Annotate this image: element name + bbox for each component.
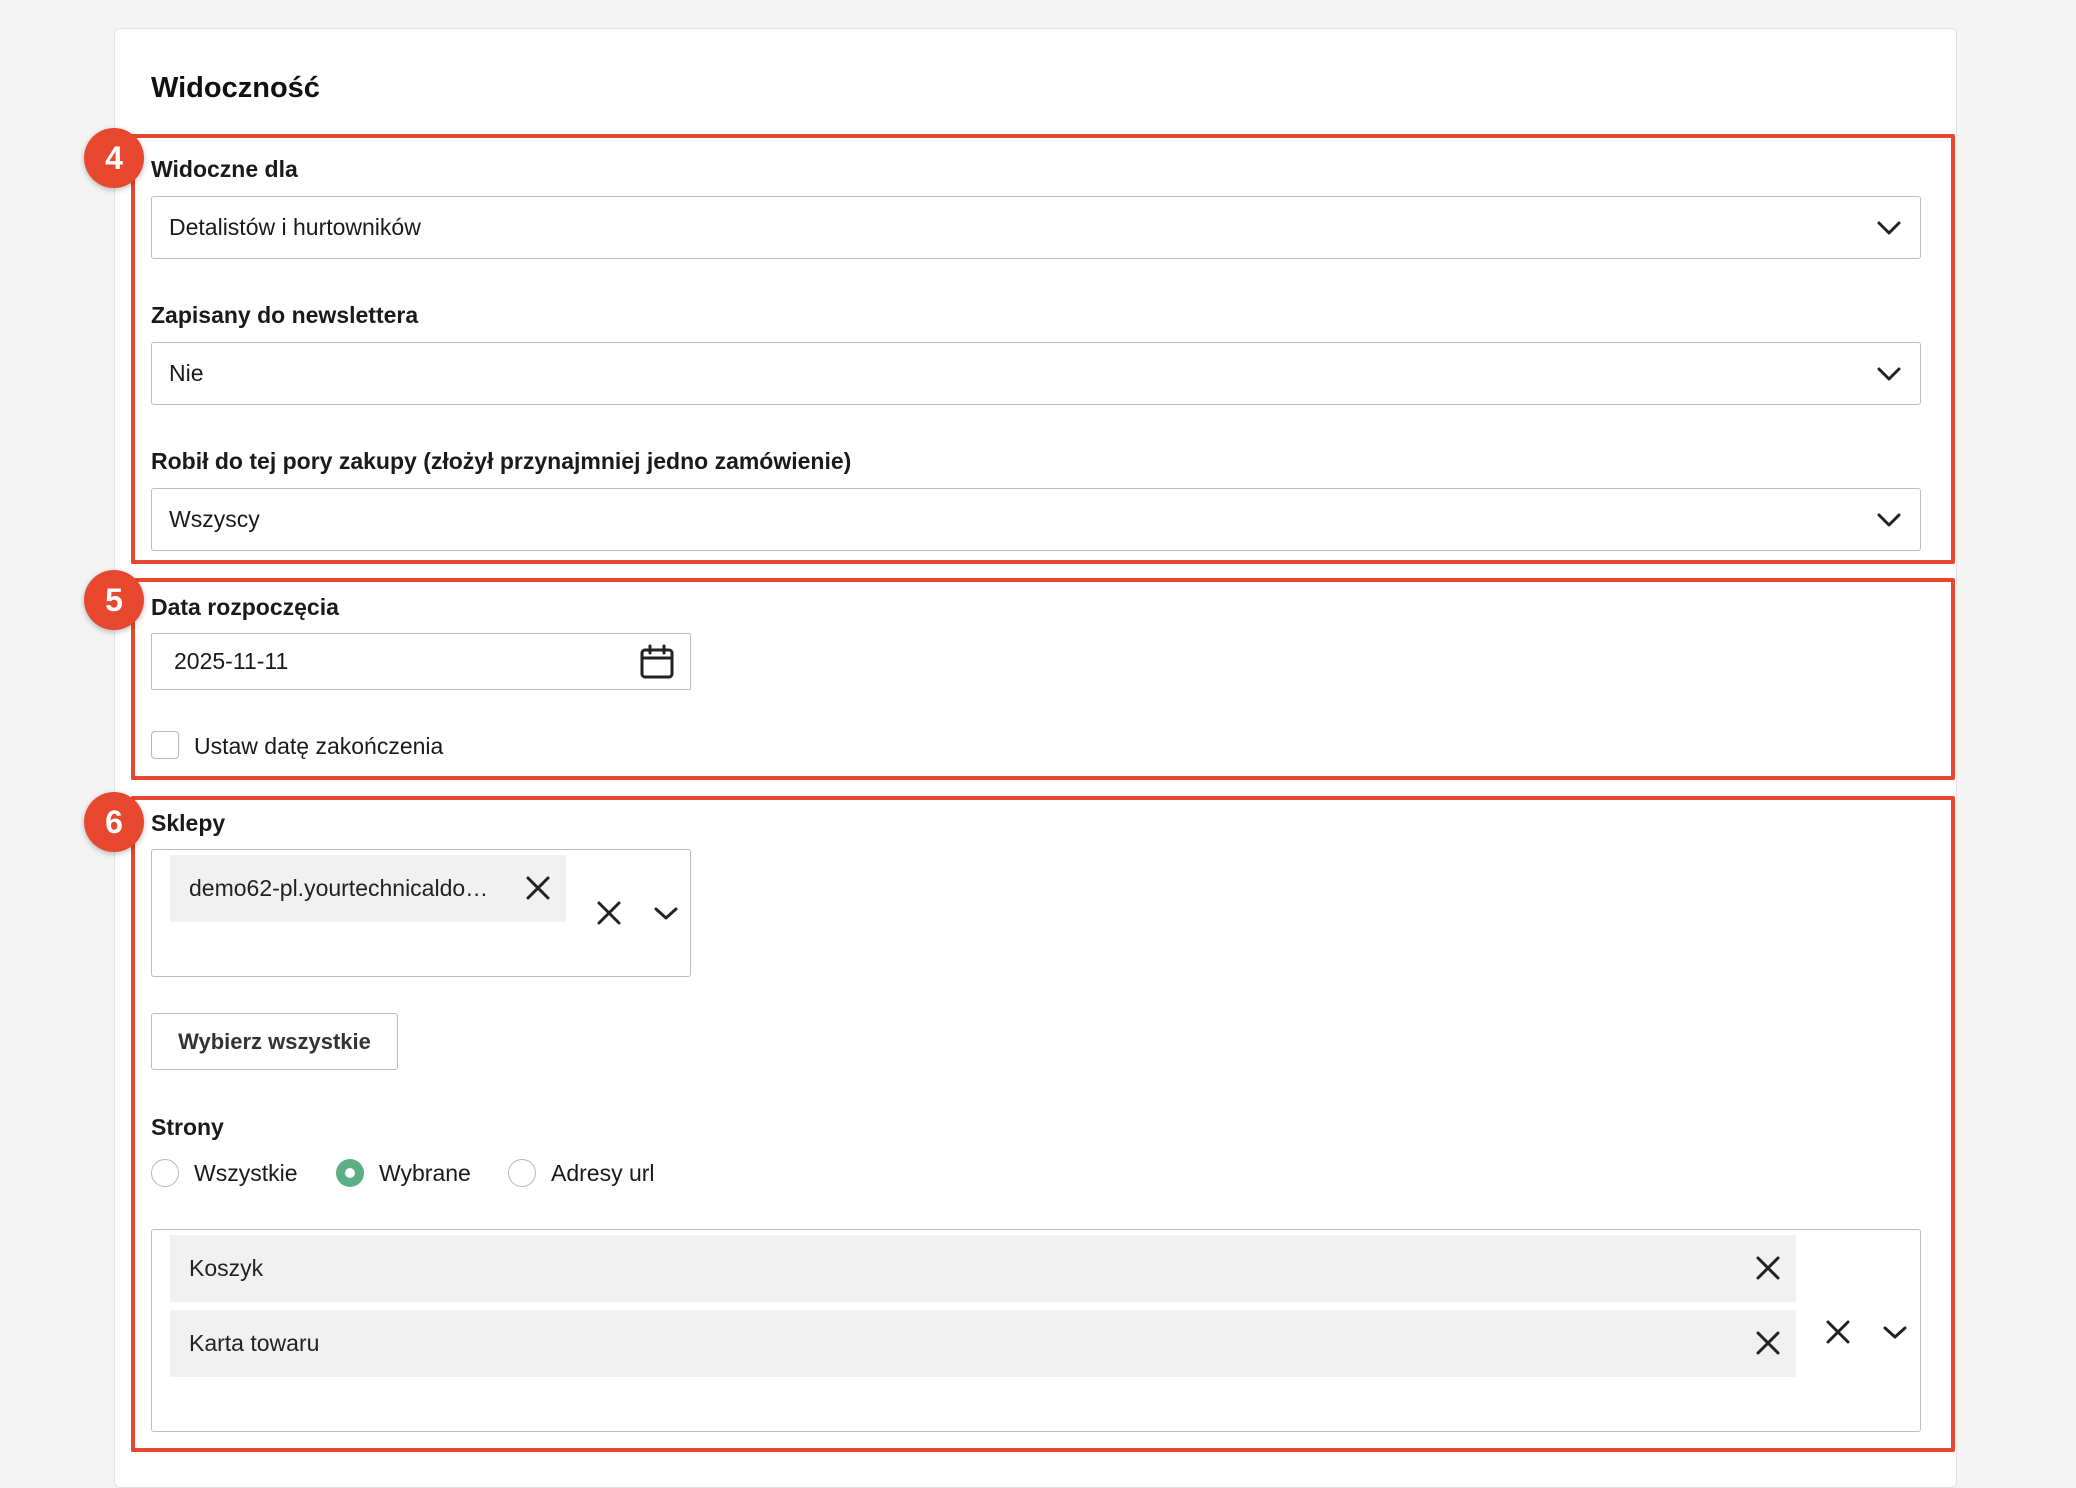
shops-multiselect[interactable]: demo62-pl.yourtechnicaldo… bbox=[151, 849, 691, 977]
section-title: Widoczność bbox=[151, 72, 320, 104]
purchased-value: Wszyscy bbox=[169, 506, 260, 532]
shop-tag-label: demo62-pl.yourtechnicaldo… bbox=[189, 875, 489, 901]
annotation-badge-5: 5 bbox=[84, 570, 144, 630]
radio-all[interactable] bbox=[151, 1159, 179, 1187]
page-tag: Koszyk bbox=[170, 1235, 1796, 1302]
remove-tag-icon[interactable] bbox=[1754, 1254, 1782, 1282]
chevron-down-icon[interactable] bbox=[1881, 1318, 1909, 1346]
start-date-label: Data rozpoczęcia bbox=[151, 594, 339, 620]
clear-all-icon[interactable] bbox=[595, 899, 623, 927]
purchased-label: Robił do tej pory zakupy (złożył przynaj… bbox=[151, 448, 852, 474]
radio-selected-label[interactable]: Wybrane bbox=[379, 1160, 471, 1187]
chevron-down-icon bbox=[1877, 221, 1901, 234]
page-tag-label: Koszyk bbox=[189, 1255, 264, 1281]
visible-for-select[interactable]: Detalistów i hurtowników bbox=[151, 196, 1921, 259]
shop-tag: demo62-pl.yourtechnicaldo… bbox=[170, 855, 566, 922]
radio-all-label[interactable]: Wszystkie bbox=[194, 1160, 298, 1187]
shops-label: Sklepy bbox=[151, 810, 226, 836]
radio-selected[interactable] bbox=[336, 1159, 364, 1187]
pages-multiselect[interactable]: Koszyk Karta towaru bbox=[151, 1229, 1921, 1432]
annotation-badge-6: 6 bbox=[84, 792, 144, 852]
end-date-checkbox[interactable] bbox=[151, 731, 179, 759]
pages-label: Strony bbox=[151, 1114, 224, 1140]
radio-urls[interactable] bbox=[508, 1159, 536, 1187]
page-tag-label: Karta towaru bbox=[189, 1330, 320, 1356]
radio-urls-label[interactable]: Adresy url bbox=[551, 1160, 655, 1187]
visible-for-label: Widoczne dla bbox=[151, 156, 298, 182]
calendar-icon[interactable] bbox=[638, 643, 676, 681]
chevron-down-icon bbox=[1877, 367, 1901, 380]
start-date-input[interactable]: 2025-11-11 bbox=[151, 633, 691, 690]
end-date-checkbox-label[interactable]: Ustaw datę zakończenia bbox=[194, 733, 443, 760]
visible-for-value: Detalistów i hurtowników bbox=[169, 214, 421, 240]
clear-all-icon[interactable] bbox=[1824, 1318, 1852, 1346]
annotation-badge-4: 4 bbox=[84, 128, 144, 188]
remove-tag-icon[interactable] bbox=[524, 874, 552, 902]
remove-tag-icon[interactable] bbox=[1754, 1329, 1782, 1357]
newsletter-select[interactable]: Nie bbox=[151, 342, 1921, 405]
chevron-down-icon[interactable] bbox=[652, 899, 680, 927]
start-date-value: 2025-11-11 bbox=[174, 648, 289, 674]
newsletter-label: Zapisany do newslettera bbox=[151, 302, 419, 328]
chevron-down-icon bbox=[1877, 513, 1901, 526]
purchased-select[interactable]: Wszyscy bbox=[151, 488, 1921, 551]
select-all-button[interactable]: Wybierz wszystkie bbox=[151, 1013, 398, 1070]
newsletter-value: Nie bbox=[169, 360, 204, 386]
page-tag: Karta towaru bbox=[170, 1310, 1796, 1377]
